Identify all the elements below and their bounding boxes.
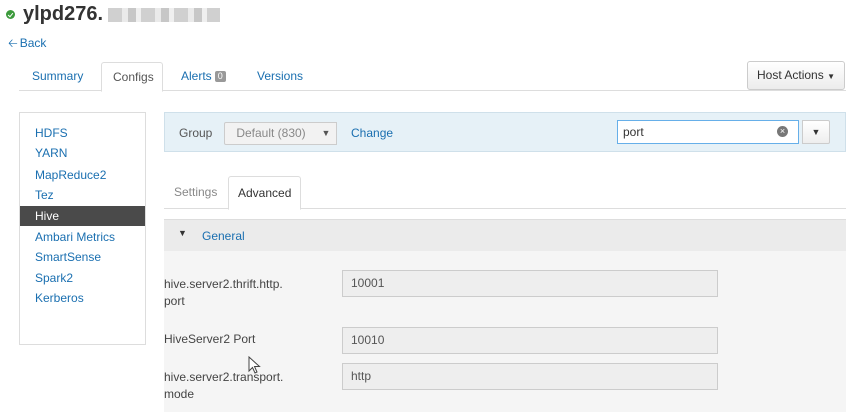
section-title: General	[202, 229, 245, 243]
property-label-line: HiveServer2 Port	[164, 332, 256, 346]
clear-search-icon[interactable]: ×	[777, 126, 788, 137]
tab-label: Summary	[32, 69, 84, 83]
nav-item-yarn[interactable]: YARN	[20, 143, 145, 163]
property-label: HiveServer2 Port	[164, 331, 314, 348]
tab-alerts[interactable]: Alerts 0	[181, 62, 226, 90]
mouse-cursor-icon	[248, 356, 261, 374]
property-label-line: port	[164, 294, 185, 308]
host-actions-label: Host Actions	[757, 68, 824, 82]
group-label: Group	[179, 126, 213, 140]
group-select[interactable]: Default (830)	[224, 122, 318, 145]
property-value-input[interactable]: 10001	[342, 270, 718, 297]
search-filter-dropdown-button[interactable]: ▼	[802, 120, 830, 144]
nav-item-smartsense[interactable]: SmartSense	[20, 247, 145, 267]
property-label: hive.server2.transport. mode	[164, 369, 314, 403]
property-label-line: hive.server2.thrift.http.	[164, 277, 283, 291]
config-search-input[interactable]	[617, 120, 799, 144]
alerts-count-badge: 0	[214, 71, 226, 82]
property-value-input[interactable]: 10010	[342, 327, 718, 354]
property-label: hive.server2.thrift.http. port	[164, 276, 314, 310]
tab-label: Versions	[257, 69, 304, 83]
tab-versions[interactable]: Versions	[257, 62, 303, 90]
back-link[interactable]: 🡠 Back	[8, 34, 46, 55]
tab-summary[interactable]: Summary	[32, 62, 83, 90]
tab-label: Configs	[113, 70, 154, 84]
tab-advanced[interactable]: Advanced	[228, 176, 302, 210]
nav-item-hdfs[interactable]: HDFS	[20, 123, 145, 143]
status-ok-icon	[6, 10, 15, 19]
section-header-general[interactable]: ▼ General	[164, 219, 846, 252]
group-dropdown-button[interactable]: ▼	[316, 122, 337, 145]
caret-down-icon: ▼	[178, 228, 187, 238]
section-body-general: hive.server2.thrift.http. port 10001 Hiv…	[164, 251, 846, 412]
nav-item-ambari-metrics[interactable]: Ambari Metrics	[20, 227, 145, 247]
property-value-input[interactable]: http	[342, 363, 718, 390]
nav-item-hive[interactable]: Hive	[20, 206, 145, 226]
tab-configs[interactable]: Configs	[101, 62, 163, 92]
caret-down-icon: ▼	[827, 72, 835, 81]
host-name: ylpd276.	[23, 3, 104, 25]
host-name-redacted	[108, 8, 220, 22]
nav-item-kerberos[interactable]: Kerberos	[20, 288, 145, 308]
tab-label: Alerts	[181, 69, 212, 83]
arrow-left-icon: 🡠	[8, 36, 18, 50]
nav-item-tez[interactable]: Tez	[20, 185, 145, 205]
back-label: Back	[19, 36, 47, 50]
caret-down-icon: ▼	[811, 127, 821, 137]
host-tabs: Summary Configs Alerts 0 Versions	[19, 62, 846, 92]
change-group-link[interactable]: Change	[351, 126, 393, 140]
property-label-line: hive.server2.transport.	[164, 370, 284, 384]
nav-item-spark2[interactable]: Spark2	[20, 268, 145, 288]
host-actions-button[interactable]: Host Actions ▼	[747, 61, 845, 90]
config-group-bar: Group Default (830) ▼ Change × ▼	[164, 112, 846, 152]
service-nav: HDFS YARN MapReduce2 Tez Hive Ambari Met…	[19, 112, 146, 345]
caret-down-icon: ▼	[321, 128, 331, 138]
nav-item-mapreduce2[interactable]: MapReduce2	[20, 165, 145, 185]
config-subtabs: Settings Advanced	[164, 176, 846, 210]
tab-settings[interactable]: Settings	[174, 176, 217, 208]
property-label-line: mode	[164, 387, 195, 401]
